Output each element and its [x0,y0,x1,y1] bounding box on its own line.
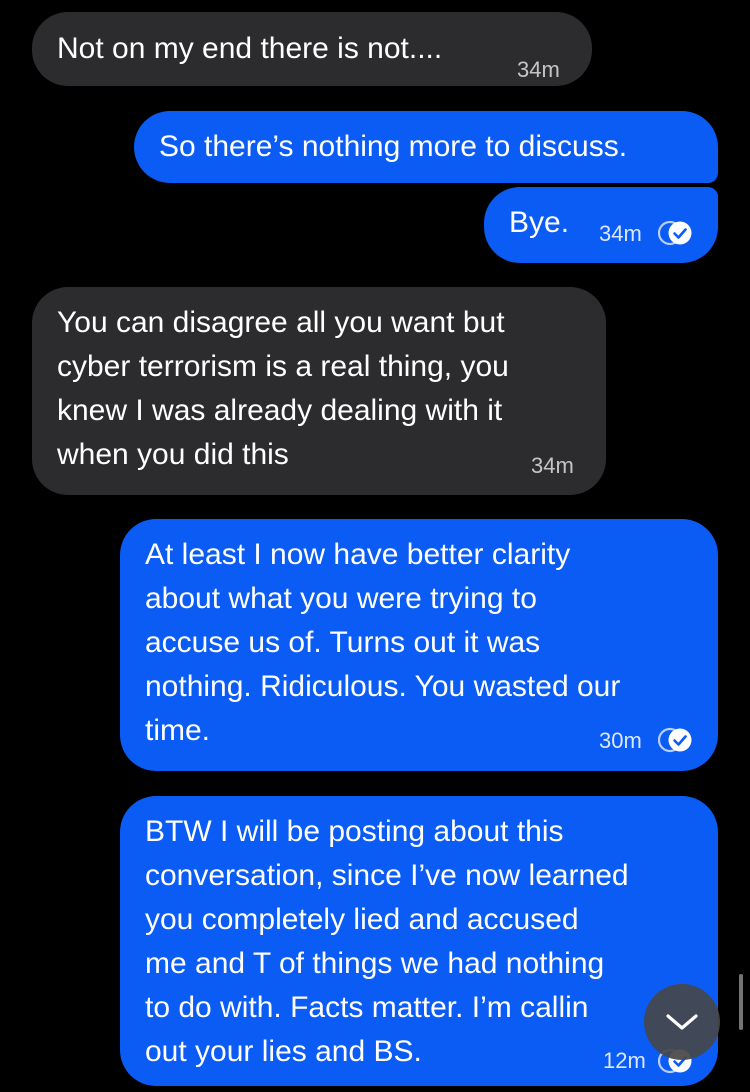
message-bubble-outgoing[interactable]: BTW I will be posting about this convers… [120,796,718,1086]
message-text: So there’s nothing more to discuss. [159,130,628,163]
message-bubble-outgoing[interactable]: Bye. 34m [484,187,718,263]
seen-check-icon [658,220,692,246]
message-bubble-outgoing[interactable]: At least I now have better clarity about… [120,519,718,771]
message-text: Bye. [509,206,570,239]
message-bubble-incoming[interactable]: Not on my end there is not.... 34m [32,12,592,86]
seen-check-icon [658,727,692,753]
chevron-down-icon [666,1014,698,1030]
message-timestamp: 34m [517,57,560,82]
scroll-indicator[interactable] [739,974,743,1030]
message-bubble-outgoing[interactable]: So there’s nothing more to discuss. [134,111,718,183]
message-timestamp: 30m [599,728,642,753]
chat-thread: Not on my end there is not.... 34m So th… [0,0,750,1092]
message-timestamp: 34m [531,453,574,478]
message-timestamp: 12m [603,1048,646,1073]
message-bubble-incoming[interactable]: You can disagree all you want but cyber … [32,287,606,495]
message-text: BTW I will be posting about this convers… [145,815,629,1068]
message-text: At least I now have better clarity about… [145,538,621,747]
scroll-to-bottom-button[interactable] [644,984,720,1060]
message-text: You can disagree all you want but cyber … [57,306,509,471]
message-text: Not on my end there is not.... [57,32,443,65]
message-timestamp: 34m [599,221,642,246]
